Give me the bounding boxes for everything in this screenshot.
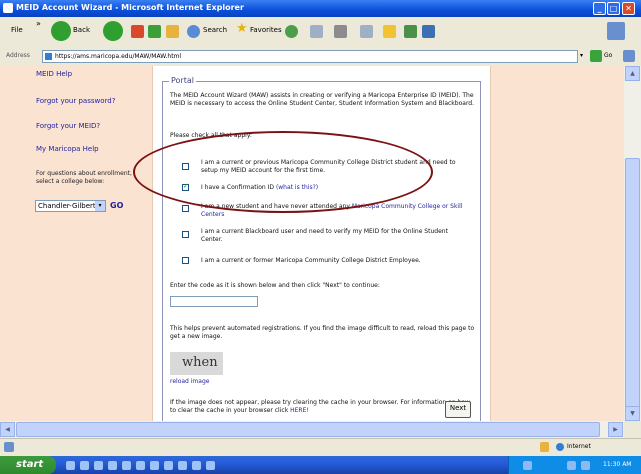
taskbar: start 11:30 AM xyxy=(0,456,641,474)
tray-icon[interactable] xyxy=(581,461,590,470)
search-button[interactable]: Search xyxy=(203,26,227,34)
status-bar: Internet xyxy=(0,438,641,457)
refresh-icon[interactable] xyxy=(148,25,161,38)
forward-icon[interactable] xyxy=(103,21,123,41)
main-content: Portal The MEID Account Wizard (MAW) ass… xyxy=(152,66,491,421)
tray-icon[interactable] xyxy=(567,461,576,470)
address-url: https://ams.maricopa.edu/MAW/MAW.html xyxy=(55,53,182,60)
page-status-icon xyxy=(4,442,14,452)
quicklaunch-icon[interactable] xyxy=(178,461,187,470)
page-icon xyxy=(45,53,52,60)
clock: 11:30 AM xyxy=(603,461,632,468)
favorites-icon[interactable]: ★ xyxy=(236,21,248,36)
menu-file[interactable]: File xyxy=(11,26,23,34)
quicklaunch-icon[interactable] xyxy=(80,461,89,470)
maximize-button[interactable]: □ xyxy=(607,2,620,15)
scroll-down-icon[interactable]: ▼ xyxy=(625,406,640,421)
start-button[interactable]: start xyxy=(0,456,56,474)
edit-icon[interactable] xyxy=(360,25,373,38)
address-input[interactable]: https://ams.maricopa.edu/MAW/MAW.html xyxy=(42,50,578,63)
college-go-button[interactable]: GO xyxy=(110,201,123,210)
print-icon[interactable] xyxy=(334,25,347,38)
intro-text: The MEID Account Wizard (MAW) assists in… xyxy=(170,92,475,107)
quicklaunch-icon[interactable] xyxy=(66,461,75,470)
system-tray: 11:30 AM xyxy=(508,456,641,474)
close-button[interactable]: ✕ xyxy=(622,2,635,15)
address-dropdown-icon[interactable]: ▾ xyxy=(580,52,583,59)
address-bar: Address https://ams.maricopa.edu/MAW/MAW… xyxy=(0,47,641,67)
scroll-up-icon[interactable]: ▲ xyxy=(625,66,640,81)
captcha-image: when xyxy=(170,352,223,375)
tray-icon[interactable] xyxy=(523,461,532,470)
cache-text: If the image does not appear, please try… xyxy=(170,399,470,414)
code-instruction-text: Enter the code as it is shown below and … xyxy=(170,282,380,289)
back-button[interactable]: Back xyxy=(73,26,90,34)
horizontal-scrollbar[interactable]: ◀ ▶ xyxy=(0,421,624,438)
quicklaunch-icon[interactable] xyxy=(136,461,145,470)
sidebar-link-forgot-meid[interactable]: Forgot your MEID? xyxy=(36,122,100,130)
horizontal-scroll-thumb[interactable] xyxy=(16,422,600,437)
history-icon[interactable] xyxy=(285,25,298,38)
vertical-scroll-thumb[interactable] xyxy=(625,158,640,416)
menu-chevron-icon[interactable]: » xyxy=(36,19,41,28)
vertical-scrollbar[interactable]: ▲ ▼ xyxy=(624,66,641,421)
window-title: MEID Account Wizard - Microsoft Internet… xyxy=(16,3,244,12)
home-icon[interactable] xyxy=(166,25,179,38)
option-label-employee: I am a current or former Maricopa Commun… xyxy=(201,257,421,264)
lock-icon xyxy=(540,442,549,452)
zone-label: Internet xyxy=(567,443,591,450)
quicklaunch-icon[interactable] xyxy=(192,461,201,470)
college-select[interactable]: Chandler-Gilbert ▾ xyxy=(35,200,106,212)
portal-legend: Portal xyxy=(169,76,196,85)
favorites-button[interactable]: Favorites xyxy=(250,26,282,34)
chevron-down-icon[interactable]: ▾ xyxy=(95,201,105,211)
option-checkbox-new-student[interactable] xyxy=(182,205,189,212)
links-icon[interactable] xyxy=(623,50,635,62)
address-label: Address xyxy=(6,52,30,59)
title-bar: MEID Account Wizard - Microsoft Internet… xyxy=(0,0,641,17)
windows-logo-icon xyxy=(607,22,625,40)
sidebar-link-meid-help[interactable]: MEID Help xyxy=(36,70,72,78)
page-viewport: MEID Help Forgot your password? Forgot y… xyxy=(0,66,624,421)
sidebar-link-maricopa-help[interactable]: My Maricopa Help xyxy=(36,145,99,153)
go-button[interactable]: Go xyxy=(604,52,612,59)
next-button[interactable]: Next xyxy=(445,401,471,418)
toolbar: File » Back Search ★ Favorites xyxy=(0,17,641,48)
cache-help-link[interactable]: HERE! xyxy=(290,407,309,414)
back-icon[interactable] xyxy=(51,21,71,41)
minimize-button[interactable]: _ xyxy=(593,2,606,15)
quicklaunch-icon[interactable] xyxy=(108,461,117,470)
sidebar-link-forgot-password[interactable]: Forgot your password? xyxy=(36,97,115,105)
captcha-text: when xyxy=(182,355,218,370)
internet-zone-icon xyxy=(556,443,564,451)
option-label-blackboard-user: I am a current Blackboard user and need … xyxy=(201,228,448,243)
highlight-ellipse xyxy=(133,131,433,213)
scroll-left-icon[interactable]: ◀ xyxy=(0,422,15,437)
research-icon[interactable] xyxy=(422,25,435,38)
stop-icon[interactable] xyxy=(131,25,144,38)
option-checkbox-employee[interactable] xyxy=(182,257,189,264)
quicklaunch-icon[interactable] xyxy=(164,461,173,470)
college-select-value: Chandler-Gilbert xyxy=(38,202,96,210)
option-checkbox-blackboard-user[interactable] xyxy=(182,231,189,238)
folder-icon[interactable] xyxy=(383,25,396,38)
quicklaunch-icon[interactable] xyxy=(150,461,159,470)
go-arrow-icon[interactable] xyxy=(590,50,602,62)
code-input[interactable] xyxy=(170,296,258,307)
start-label: start xyxy=(16,459,44,470)
messenger-icon[interactable] xyxy=(404,25,417,38)
search-icon[interactable] xyxy=(187,25,200,38)
quicklaunch-icon[interactable] xyxy=(206,461,215,470)
scroll-right-icon[interactable]: ▶ xyxy=(608,422,623,437)
reload-image-link[interactable]: reload image xyxy=(170,378,209,386)
quicklaunch-icon[interactable] xyxy=(122,461,131,470)
ie-icon xyxy=(3,3,13,13)
help-text: This helps prevent automated registratio… xyxy=(170,325,475,340)
mail-icon[interactable] xyxy=(310,25,323,38)
quicklaunch-icon[interactable] xyxy=(94,461,103,470)
